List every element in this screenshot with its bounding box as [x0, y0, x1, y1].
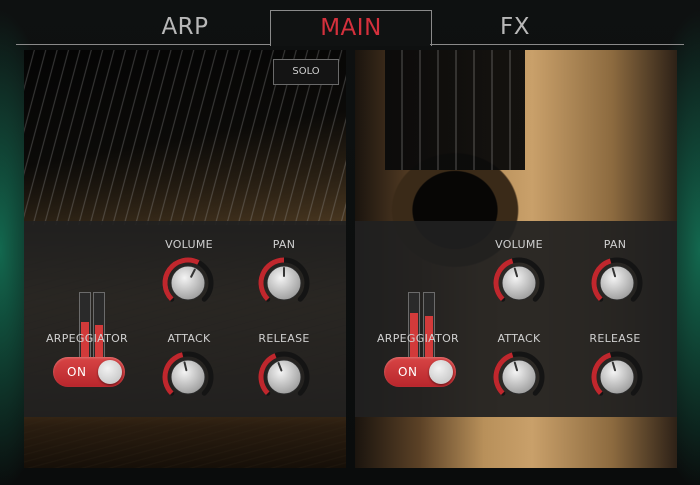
knob-cap [599, 265, 635, 301]
controls-panel: VOLUME PAN ARPEGGIATOR ATTACK RELEASE ON [355, 221, 677, 417]
level-meter-right [423, 292, 435, 360]
volume-knob[interactable] [492, 256, 546, 310]
arpeggiator-toggle[interactable]: ON [53, 357, 125, 387]
app-window: ARP MAIN FX VOLUME PAN ARPEGGIATOR ATTAC… [0, 0, 700, 485]
level-meter-right [93, 292, 105, 360]
tab-divider [16, 44, 270, 45]
knob-cap [266, 359, 302, 395]
pan-label: PAN [272, 238, 296, 251]
knob-cap [170, 359, 206, 395]
tab-fx[interactable]: FX [440, 10, 590, 44]
tab-arp[interactable]: ARP [110, 10, 260, 44]
toggle-thumb [98, 360, 122, 384]
toggle-state-text: ON [398, 365, 418, 379]
guitar-neck [385, 50, 525, 170]
arpeggiator-toggle[interactable]: ON [384, 357, 456, 387]
attack-knob[interactable] [492, 350, 546, 404]
attack-knob[interactable] [161, 350, 215, 404]
toggle-thumb [429, 360, 453, 384]
tab-divider [430, 44, 684, 45]
arpeggiator-label: ARPEGGIATOR [45, 332, 129, 345]
controls-panel: VOLUME PAN ARPEGGIATOR ATTACK RELEASE ON [24, 221, 346, 417]
release-knob[interactable] [590, 350, 644, 404]
attack-label: ATTACK [167, 332, 211, 345]
knob-cap [599, 359, 635, 395]
knob-cap [501, 359, 537, 395]
pan-knob[interactable] [590, 256, 644, 310]
volume-label: VOLUME [495, 238, 543, 251]
release-knob[interactable] [257, 350, 311, 404]
pan-knob[interactable] [257, 256, 311, 310]
release-label: RELEASE [258, 332, 310, 345]
attack-label: ATTACK [497, 332, 541, 345]
toggle-state-text: ON [67, 365, 87, 379]
level-meter-left [79, 292, 91, 360]
knob-cap [170, 265, 206, 301]
solo-button[interactable]: SOLO [273, 59, 339, 85]
pan-label: PAN [603, 238, 627, 251]
volume-knob[interactable] [161, 256, 215, 310]
arpeggiator-label: ARPEGGIATOR [376, 332, 460, 345]
instrument-panel-harp: VOLUME PAN ARPEGGIATOR ATTACK RELEASE ON [24, 50, 346, 468]
volume-label: VOLUME [165, 238, 213, 251]
knob-cap [501, 265, 537, 301]
level-meter-left [408, 292, 420, 360]
instrument-panel-guitar: VOLUME PAN ARPEGGIATOR ATTACK RELEASE ON [355, 50, 677, 468]
release-label: RELEASE [589, 332, 641, 345]
tab-main[interactable]: MAIN [270, 10, 432, 46]
